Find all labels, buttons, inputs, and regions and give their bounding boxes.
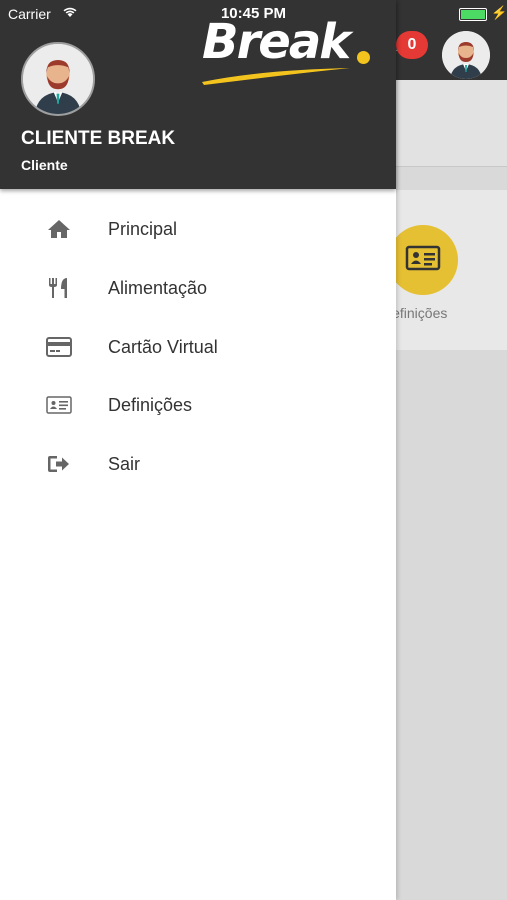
- logo-wordmark: Break: [202, 14, 351, 70]
- definicoes-shortcut-button[interactable]: [388, 225, 458, 295]
- menu-item-label: Principal: [108, 219, 178, 239]
- menu-item-sair[interactable]: Sair: [0, 435, 396, 493]
- tab-bar: [396, 80, 507, 167]
- menu-item-alimentacao[interactable]: Alimentação: [0, 259, 396, 317]
- menu-item-label: Cartão Virtual: [108, 337, 218, 357]
- profile-name: CLIENTE BREAK: [21, 128, 176, 149]
- menu-item-definicoes[interactable]: Definições: [0, 376, 396, 434]
- navigation-drawer: CLIENTE BREAK Cliente Principal Alimenta…: [0, 0, 396, 900]
- logo-dot: [357, 51, 370, 64]
- sign-out-icon: [48, 456, 69, 472]
- definicoes-card-label: Definições: [392, 305, 448, 321]
- battery-icon: [459, 8, 487, 21]
- menu-item-label: Sair: [108, 454, 141, 474]
- break-logo: Break: [200, 14, 378, 86]
- utensils-icon: [49, 278, 67, 298]
- charging-icon: ⚡: [491, 5, 507, 20]
- profile-role: Cliente: [21, 157, 68, 173]
- header-avatar[interactable]: [442, 31, 490, 79]
- menu-item-principal[interactable]: Principal: [0, 200, 396, 258]
- home-icon: [48, 220, 70, 238]
- credit-card-icon: [46, 337, 72, 357]
- id-card-icon: [46, 396, 72, 414]
- notification-badge[interactable]: 0: [396, 31, 428, 59]
- logo-swoosh: [202, 68, 350, 85]
- profile-avatar[interactable]: [21, 42, 95, 116]
- menu-item-label: Alimentação: [108, 278, 208, 298]
- id-card-icon: [405, 245, 441, 271]
- menu-item-label: Definições: [108, 395, 193, 415]
- menu-item-cartao-virtual[interactable]: Cartão Virtual: [0, 318, 396, 376]
